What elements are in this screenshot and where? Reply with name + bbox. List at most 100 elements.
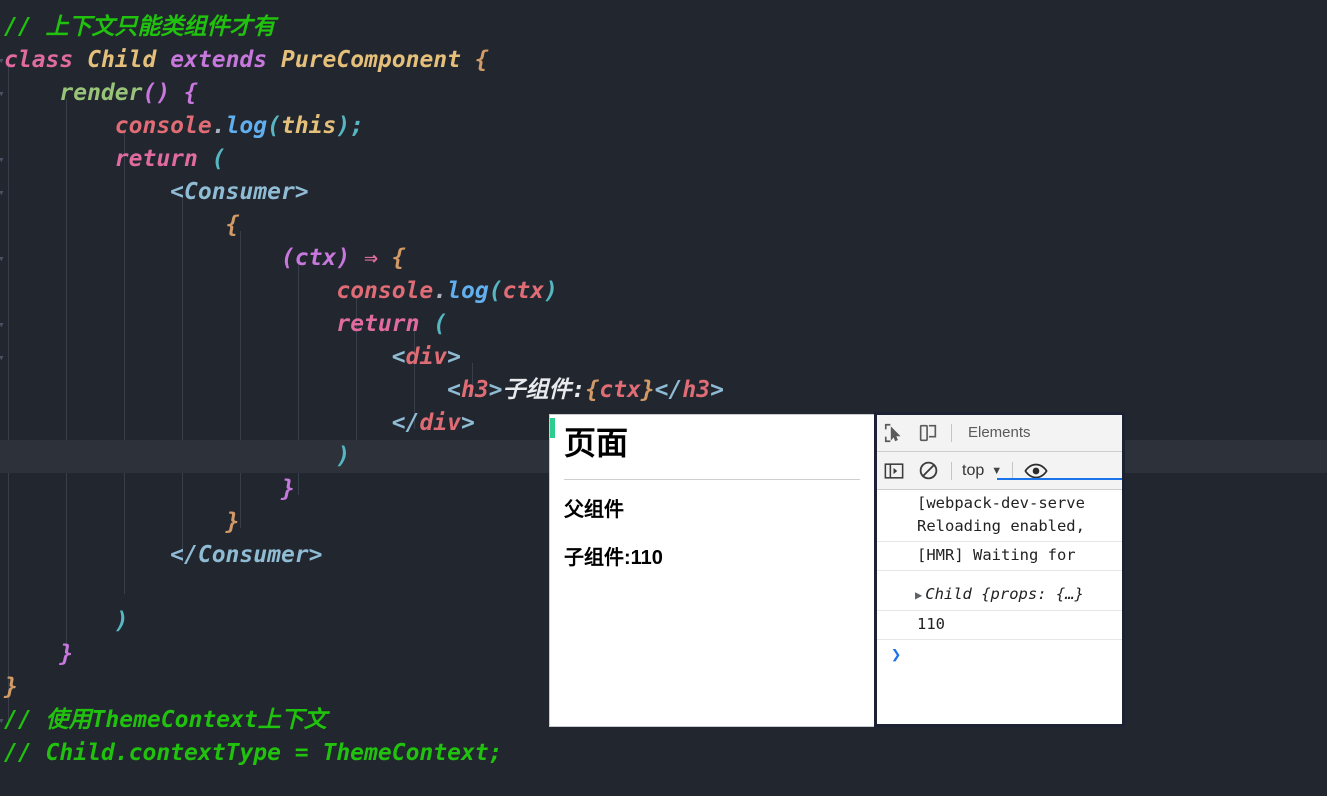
clear-console-icon[interactable]	[911, 454, 945, 488]
code-line[interactable]: ▾ (ctx) ⇒ {	[0, 242, 1327, 275]
fold-arrow-icon[interactable]: ▾	[0, 704, 6, 737]
code-line[interactable]: ▾ <div>	[0, 341, 1327, 374]
code-token: this	[280, 113, 337, 139]
code-token: Child	[87, 47, 171, 73]
code-line[interactable]	[0, 0, 1327, 11]
child-component-label: 子组件:110	[564, 547, 663, 569]
fold-arrow-icon[interactable]: ▾	[0, 44, 6, 77]
code-token: }	[59, 641, 74, 667]
console-object-text: Child {props: {…}	[925, 585, 1084, 603]
fold-arrow-icon[interactable]: ▾	[0, 176, 6, 209]
fold-arrow-icon[interactable]: ▾	[0, 341, 6, 374]
code-token: (	[488, 278, 503, 304]
code-token: ()	[142, 80, 171, 106]
code-token: div	[405, 344, 448, 370]
code-line[interactable]: ▾ class Child extends PureComponent {	[0, 44, 1327, 77]
inspect-element-icon[interactable]	[877, 416, 911, 450]
console-context-selector[interactable]: top ▼	[958, 462, 1006, 480]
fold-arrow-icon[interactable]: ▾	[0, 143, 6, 176]
active-tab-underline	[997, 478, 1122, 480]
code-token: h3	[460, 377, 489, 403]
code-line[interactable]: ▾ render() {	[0, 77, 1327, 110]
code-line[interactable]: // Child.contextType = ThemeContext;	[0, 737, 1327, 770]
code-line[interactable]: <h3>子组件:{ctx}</h3>	[0, 374, 1327, 407]
console-toolbar-divider-1	[951, 461, 952, 480]
code-token: return	[114, 146, 198, 172]
expand-triangle-icon[interactable]: ▶	[915, 588, 922, 602]
code-line[interactable]: ▾ <Consumer>	[0, 176, 1327, 209]
code-token: ctx	[599, 377, 641, 403]
fold-arrow-icon[interactable]: ▾	[0, 242, 6, 275]
page-preview-panel[interactable]: 页面 父组件 子组件:110	[549, 414, 875, 727]
toolbar-divider	[951, 424, 952, 442]
console-message-line: [webpack-dev-serve	[917, 494, 1085, 512]
code-token: >	[710, 377, 724, 403]
code-token: )	[544, 278, 558, 304]
code-token: }	[640, 377, 655, 403]
code-token: // 上下文只能类组件才有	[4, 14, 276, 40]
code-token: return	[336, 311, 420, 337]
code-token: extends	[170, 47, 281, 73]
fold-arrow-icon[interactable]: ▾	[0, 77, 6, 110]
code-token: }	[4, 674, 18, 700]
console-sidebar-icon[interactable]	[877, 454, 911, 488]
device-toolbar-icon[interactable]	[911, 416, 945, 450]
code-line[interactable]: // 上下文只能类组件才有	[0, 11, 1327, 44]
console-toolbar-divider-2	[1012, 461, 1014, 480]
page-divider	[564, 479, 860, 480]
code-line[interactable]: ▾ return (	[0, 143, 1327, 176]
code-line[interactable]: {	[0, 209, 1327, 242]
console-message[interactable]: [HMR] Waiting for	[877, 542, 1122, 571]
console-toolbar: top ▼	[877, 452, 1122, 490]
tab-elements[interactable]: Elements	[958, 415, 1041, 451]
devtools-tabbar: Elements	[877, 415, 1122, 452]
console-message[interactable]: 110	[877, 611, 1122, 640]
code-token: PureComponent	[280, 47, 475, 73]
console-output[interactable]: [webpack-dev-serve Reloading enabled, [H…	[877, 490, 1122, 670]
devtools-panel[interactable]: Elements top ▼ [webpack-dev-serve Reload…	[874, 412, 1125, 727]
live-expression-icon[interactable]	[1019, 454, 1053, 488]
code-token: >	[488, 377, 503, 403]
code-token: {	[391, 245, 406, 271]
console-input-prompt[interactable]: ❯	[877, 640, 1122, 670]
code-token: log	[225, 113, 268, 139]
code-line[interactable]: console.log(this);	[0, 110, 1327, 143]
code-token: (ctx)	[280, 245, 351, 271]
code-token: )	[336, 443, 351, 469]
code-token: </	[391, 410, 420, 436]
code-token: ⇒	[364, 245, 378, 271]
code-token: >	[460, 410, 475, 436]
chevron-down-icon: ▼	[991, 464, 1003, 477]
parent-component-label: 父组件	[564, 499, 624, 521]
code-token: console	[114, 113, 212, 139]
code-line[interactable]: console.log(ctx)	[0, 275, 1327, 308]
code-token: class	[4, 47, 88, 73]
console-message[interactable]: [webpack-dev-serve Reloading enabled,	[877, 490, 1122, 542]
code-line[interactable]: ▾ return (	[0, 308, 1327, 341]
code-token: // Child.contextType = ThemeContext;	[4, 740, 503, 766]
fold-arrow-icon[interactable]: ▾	[0, 308, 6, 341]
console-message-object[interactable]: ▶ Child {props: {…}	[877, 571, 1122, 611]
code-token: h3	[682, 377, 711, 403]
code-token: (	[267, 113, 281, 139]
code-token: <	[391, 344, 406, 370]
code-token: console	[336, 278, 434, 304]
code-token: {	[225, 212, 240, 238]
